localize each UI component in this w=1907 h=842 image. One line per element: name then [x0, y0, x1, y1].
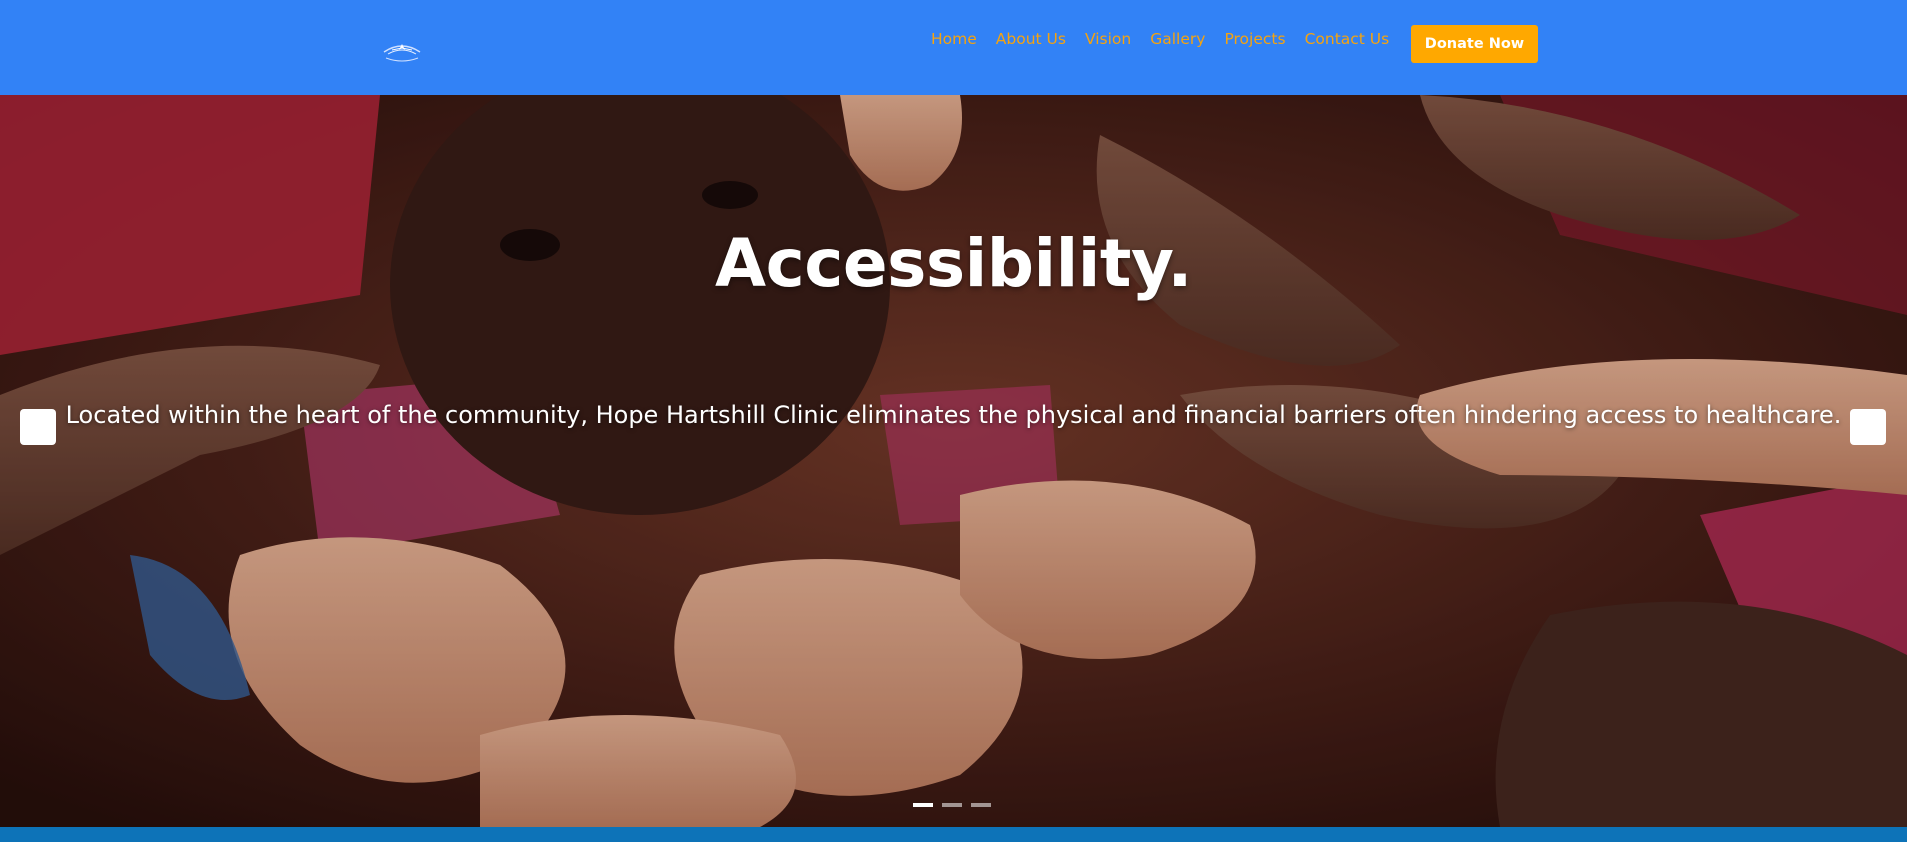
slide-indicator-2[interactable] [942, 803, 962, 807]
section-divider-bar [0, 827, 1907, 842]
hero-carousel: Accessibility. Located within the heart … [0, 95, 1907, 827]
nav-about-us[interactable]: About Us [996, 30, 1066, 48]
slide-indicator-1[interactable] [913, 803, 933, 807]
nav-contact-us[interactable]: Contact Us [1305, 30, 1390, 48]
hero-description: Located within the heart of the communit… [65, 401, 1842, 429]
slide-indicator-3[interactable] [971, 803, 991, 807]
previous-slide-button[interactable] [20, 409, 56, 445]
hero-background-image [0, 95, 1907, 827]
nav-projects[interactable]: Projects [1224, 30, 1285, 48]
nav-vision[interactable]: Vision [1085, 30, 1131, 48]
hero-title: Accessibility. [715, 225, 1192, 302]
site-header: Home About Us Vision Gallery Projects Co… [0, 0, 1907, 95]
donate-now-button[interactable]: Donate Now [1411, 25, 1538, 63]
nav-home[interactable]: Home [931, 30, 977, 48]
nav-gallery[interactable]: Gallery [1150, 30, 1205, 48]
logo-icon[interactable] [380, 38, 424, 66]
main-nav: Home About Us Vision Gallery Projects Co… [931, 30, 1408, 48]
next-slide-button[interactable] [1850, 409, 1886, 445]
carousel-indicators [913, 803, 991, 807]
